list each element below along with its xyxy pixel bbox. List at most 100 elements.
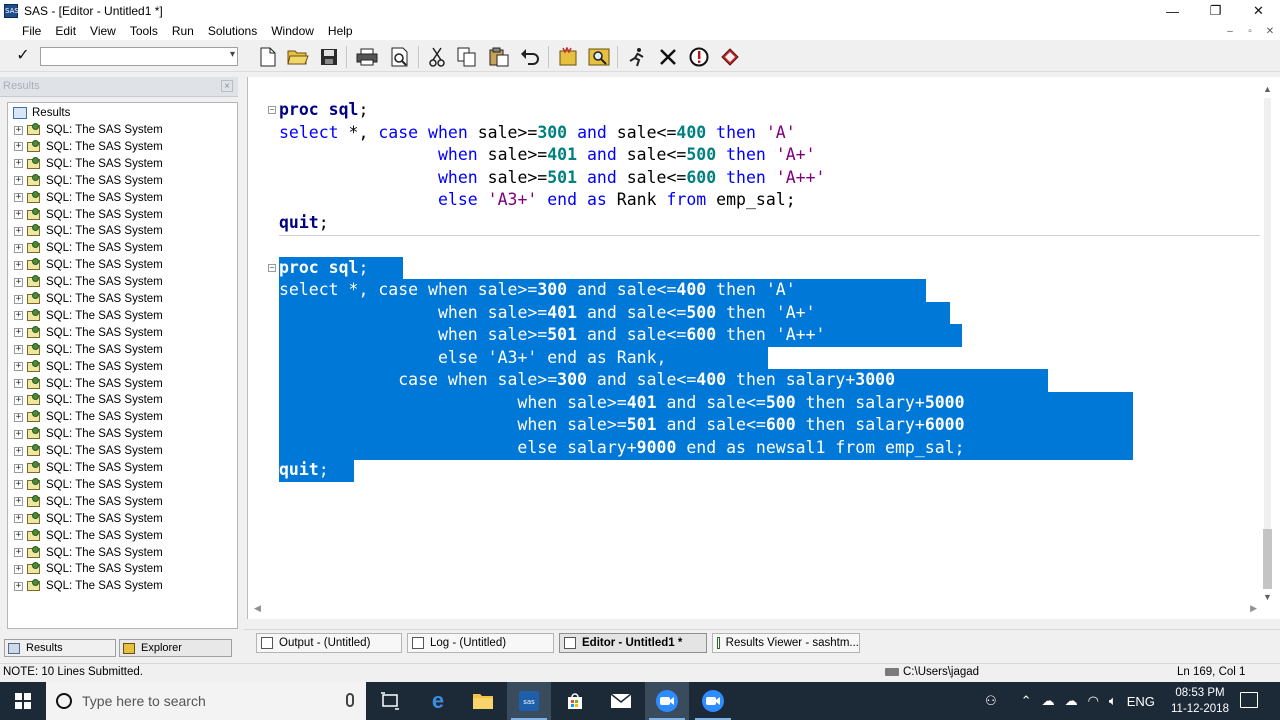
tree-item-sql-output[interactable]: + SQL: The SAS System: [14, 561, 163, 577]
mdi-minimize-button[interactable]: –: [1220, 22, 1240, 40]
print-preview-icon[interactable]: [389, 46, 411, 68]
expand-icon[interactable]: +: [14, 395, 23, 405]
menu-run[interactable]: Run: [165, 24, 201, 38]
tree-root-results[interactable]: Results: [12, 105, 70, 121]
tab-results-viewer[interactable]: Results Viewer - sashtm...: [712, 633, 860, 653]
expand-icon[interactable]: +: [14, 446, 23, 456]
explorer-icon[interactable]: [588, 46, 610, 68]
microphone-icon[interactable]: [346, 693, 354, 707]
tree-item-sql-output[interactable]: + SQL: The SAS System: [14, 376, 163, 392]
store-button[interactable]: [553, 682, 597, 720]
menu-edit[interactable]: Edit: [48, 24, 83, 38]
expand-icon[interactable]: +: [14, 412, 23, 422]
expand-icon[interactable]: +: [14, 193, 23, 203]
expand-icon[interactable]: +: [14, 142, 23, 152]
expand-icon[interactable]: +: [14, 429, 23, 439]
save-icon[interactable]: [318, 46, 340, 68]
tree-item-sql-output[interactable]: + SQL: The SAS System: [14, 460, 163, 476]
code-line[interactable]: else 'A3+' end as Rank,: [279, 347, 667, 369]
expand-icon[interactable]: +: [14, 362, 23, 372]
help-book-icon[interactable]: [719, 46, 741, 68]
horizontal-scrollbar[interactable]: ◀ ▶: [252, 603, 1257, 615]
scroll-up-icon[interactable]: ▲: [1259, 82, 1276, 96]
expand-icon[interactable]: +: [14, 277, 23, 287]
expand-icon[interactable]: +: [14, 548, 23, 557]
expand-icon[interactable]: +: [14, 379, 23, 388]
expand-icon[interactable]: +: [14, 564, 23, 574]
code-line[interactable]: case when sale>=300 and sale<=400 then s…: [279, 369, 895, 391]
command-input[interactable]: ▾: [40, 47, 238, 66]
code-line[interactable]: when sale>=401 and sale<=500 then 'A+': [279, 144, 816, 166]
tree-item-sql-output[interactable]: + SQL: The SAS System: [14, 494, 163, 510]
collapse-block-icon[interactable]: −: [268, 264, 276, 272]
scroll-thumb[interactable]: [1263, 529, 1272, 589]
tab-log[interactable]: Log - (Untitled): [407, 633, 554, 653]
status-path[interactable]: C:\Users\jagad: [885, 666, 979, 678]
tree-item-sql-output[interactable]: + SQL: The SAS System: [14, 122, 163, 138]
run-icon[interactable]: [626, 46, 648, 68]
code-line[interactable]: when sale>=401 and sale<=500 then salary…: [279, 392, 964, 414]
undo-icon[interactable]: [519, 46, 541, 68]
expand-icon[interactable]: +: [14, 125, 23, 135]
print-icon[interactable]: [356, 46, 378, 68]
expand-icon[interactable]: +: [14, 311, 23, 321]
restore-button[interactable]: ❐: [1194, 0, 1237, 22]
task-view-button[interactable]: [368, 682, 412, 720]
expand-icon[interactable]: +: [14, 328, 23, 338]
wifi-icon[interactable]: ◠: [1088, 693, 1099, 709]
code-line[interactable]: select *, case when sale>=300 and sale<=…: [279, 122, 796, 144]
chevron-up-icon[interactable]: ⌃: [1021, 693, 1032, 709]
tree-item-sql-output[interactable]: + SQL: The SAS System: [14, 139, 163, 155]
people-icon[interactable]: ⚇: [985, 693, 997, 709]
results-tree[interactable]: Results + SQL: The SAS System + SQL: The SA…: [7, 102, 238, 629]
tree-item-sql-output[interactable]: + SQL: The SAS System: [14, 173, 163, 189]
sas-taskbar-button[interactable]: sas: [507, 682, 551, 720]
tree-item-sql-output[interactable]: + SQL: The SAS System: [14, 325, 163, 341]
start-button[interactable]: [0, 682, 46, 720]
expand-icon[interactable]: +: [14, 531, 23, 541]
collapse-block-icon[interactable]: −: [268, 106, 276, 114]
code-line[interactable]: when sale>=501 and sale<=600 then 'A++': [279, 324, 826, 346]
onedrive-icon[interactable]: ☁: [1065, 693, 1078, 709]
tree-item-sql-output[interactable]: + SQL: The SAS System: [14, 156, 163, 172]
code-line[interactable]: proc sql;: [279, 257, 368, 279]
code-line[interactable]: quit;: [279, 212, 329, 234]
tree-item-sql-output[interactable]: + SQL: The SAS System: [14, 291, 163, 307]
code-line[interactable]: select *, case when sale>=300 and sale<=…: [279, 279, 796, 301]
clear-icon[interactable]: [657, 46, 679, 68]
expand-icon[interactable]: +: [14, 260, 23, 270]
volume-icon[interactable]: 🔈︎: [1109, 693, 1117, 709]
tab-results[interactable]: Results: [4, 639, 116, 657]
tree-item-sql-output[interactable]: + SQL: The SAS System: [14, 426, 163, 442]
code-line[interactable]: else 'A3+' end as Rank from emp_sal;: [279, 189, 796, 211]
language-indicator[interactable]: ENG: [1127, 694, 1155, 709]
expand-icon[interactable]: +: [14, 514, 23, 524]
tree-item-sql-output[interactable]: + SQL: The SAS System: [14, 274, 163, 290]
copy-icon[interactable]: [456, 46, 478, 68]
tree-item-sql-output[interactable]: + SQL: The SAS System: [14, 477, 163, 493]
expand-icon[interactable]: +: [14, 243, 23, 253]
menu-tools[interactable]: Tools: [123, 24, 165, 38]
notification-icon[interactable]: [1240, 692, 1258, 708]
tab-editor[interactable]: Editor - Untitled1 *: [559, 633, 707, 653]
expand-icon[interactable]: +: [14, 176, 23, 186]
chevron-down-icon[interactable]: ▾: [230, 49, 235, 60]
expand-icon[interactable]: +: [14, 581, 23, 591]
mail-button[interactable]: [599, 682, 643, 720]
mdi-close-button[interactable]: ✕: [1260, 22, 1280, 40]
tree-item-sql-output[interactable]: + SQL: The SAS System: [14, 511, 163, 527]
scroll-track[interactable]: [1264, 98, 1271, 587]
close-icon[interactable]: ×: [221, 80, 233, 92]
menu-file[interactable]: File: [0, 24, 48, 38]
tree-item-sql-output[interactable]: + SQL: The SAS System: [14, 342, 163, 358]
menu-help[interactable]: Help: [321, 24, 360, 38]
expand-icon[interactable]: +: [14, 463, 23, 473]
edge-browser-button[interactable]: e: [416, 682, 460, 720]
new-library-icon[interactable]: [557, 46, 579, 68]
tree-item-sql-output[interactable]: + SQL: The SAS System: [14, 545, 163, 561]
cut-icon[interactable]: [426, 46, 448, 68]
code-line[interactable]: else salary+9000 end as newsal1 from emp…: [279, 437, 964, 459]
open-icon[interactable]: [287, 46, 309, 68]
vertical-scrollbar[interactable]: ▲ ▼: [1259, 82, 1276, 604]
zoom-button-1[interactable]: [645, 682, 689, 720]
